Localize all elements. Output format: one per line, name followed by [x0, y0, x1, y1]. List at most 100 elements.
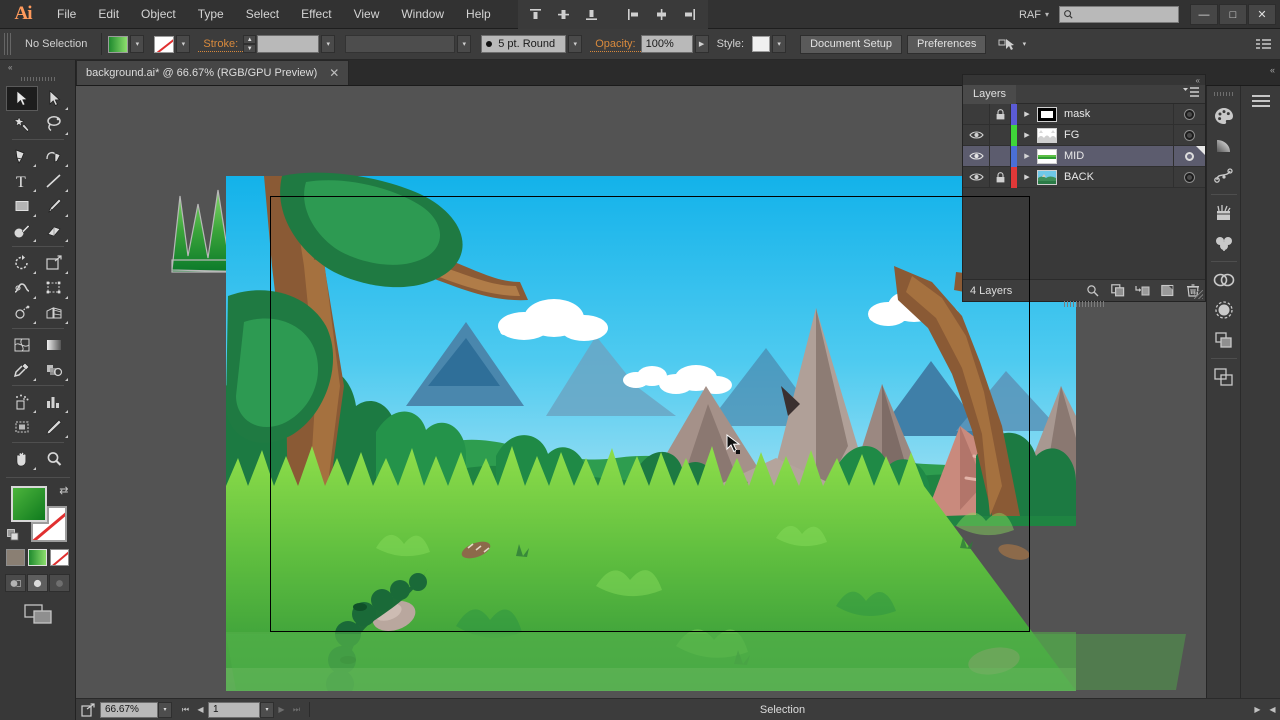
hamburger-menu-icon[interactable] [1241, 86, 1280, 116]
target-indicator-mask[interactable] [1173, 103, 1205, 125]
stroke-weight-field[interactable] [257, 35, 320, 53]
cc-libraries-panel-icon[interactable] [1207, 265, 1241, 295]
make-clipping-mask-icon[interactable] [1105, 284, 1130, 297]
layers-panel-collapse-icon[interactable]: « [1196, 76, 1201, 85]
gradient-panel-icon[interactable] [1207, 131, 1241, 161]
lock-toggle-fg[interactable] [989, 124, 1011, 146]
align-top-icon[interactable] [522, 0, 550, 29]
menu-object[interactable]: Object [130, 0, 187, 29]
layer-name-mid[interactable]: MID [1064, 150, 1173, 162]
selection-tool[interactable] [6, 86, 38, 111]
type-tool[interactable]: T [6, 168, 38, 193]
opacity-label[interactable]: Opacity: [590, 37, 641, 52]
expand-arrow-back[interactable]: ▶ [1017, 173, 1037, 181]
preferences-button[interactable]: Preferences [907, 34, 987, 54]
symbols-panel-icon[interactable] [1207, 228, 1241, 258]
opacity-caret-icon[interactable]: ▶ [694, 35, 709, 53]
minimize-button[interactable]: — [1190, 4, 1218, 25]
visibility-toggle-fg[interactable] [963, 130, 989, 140]
status-menu-arrow-icon[interactable]: ▶ [1250, 705, 1265, 714]
target-indicator-back[interactable] [1173, 166, 1205, 188]
gradient-swatch[interactable] [28, 549, 47, 566]
visibility-toggle-back[interactable] [963, 172, 989, 182]
fill-swatch[interactable] [10, 486, 47, 522]
eyedropper-tool[interactable] [6, 357, 38, 382]
toolbar-grip[interactable] [20, 74, 55, 83]
artboard-tool[interactable] [6, 414, 38, 439]
next-artboard-button[interactable]: ▶ [274, 705, 289, 714]
color-swatch[interactable] [6, 549, 25, 566]
document-tab[interactable]: background.ai* @ 66.67% (RGB/GPU Preview… [76, 60, 350, 85]
stroke-color-swatch[interactable] [154, 35, 175, 53]
default-fill-stroke-icon[interactable] [6, 529, 20, 542]
menu-edit[interactable]: Edit [87, 0, 130, 29]
stroke-weight-caret-icon[interactable]: ▾ [321, 35, 336, 53]
layer-name-back[interactable]: BACK [1064, 171, 1173, 183]
graphic-style-swatch[interactable] [752, 36, 771, 52]
color-panel-icon[interactable] [1207, 101, 1241, 131]
status-scroll-left-icon[interactable]: ◀ [1265, 705, 1280, 714]
rectangle-tool[interactable] [6, 193, 38, 218]
align-horizontal-center-icon[interactable] [648, 0, 676, 29]
last-artboard-button[interactable]: ⏭ [289, 705, 304, 715]
menu-select[interactable]: Select [235, 0, 290, 29]
workspace-switcher[interactable]: RAF [1015, 9, 1045, 21]
create-new-sublayer-icon[interactable] [1130, 284, 1155, 297]
first-artboard-button[interactable]: ⏮ [178, 705, 193, 715]
appearance-panel-icon[interactable] [1207, 295, 1241, 325]
menu-window[interactable]: Window [390, 0, 455, 29]
artboard-number-field[interactable]: 1 [208, 701, 260, 718]
brush-caret-icon[interactable]: ▾ [568, 35, 583, 53]
lasso-tool[interactable] [38, 111, 70, 136]
fill-color-swatch[interactable] [108, 35, 129, 53]
expand-arrow-mid[interactable]: ▶ [1017, 152, 1037, 160]
menu-type[interactable]: Type [187, 0, 235, 29]
artboard-caret-icon[interactable]: ▾ [260, 701, 274, 718]
menu-view[interactable]: View [343, 0, 391, 29]
menu-file[interactable]: File [46, 0, 87, 29]
stroke-profile-caret-icon[interactable]: ▾ [457, 35, 472, 53]
pen-tool[interactable] [6, 143, 38, 168]
lock-toggle-back[interactable] [989, 166, 1011, 188]
stroke-dropdown-caret-icon[interactable]: ▾ [176, 35, 191, 53]
gradient-tool[interactable] [38, 332, 70, 357]
dock-collapse-icon[interactable]: « [1270, 65, 1275, 75]
align-right-icon[interactable] [676, 0, 704, 29]
locate-object-icon[interactable] [1080, 284, 1105, 297]
select-similar-icon[interactable] [998, 37, 1015, 52]
hand-tool[interactable] [6, 446, 38, 471]
panel-bottom-handle[interactable] [1064, 301, 1104, 307]
document-setup-button[interactable]: Document Setup [800, 34, 903, 54]
none-swatch[interactable] [50, 549, 69, 566]
menu-help[interactable]: Help [455, 0, 502, 29]
direct-selection-tool[interactable] [38, 86, 70, 111]
maximize-button[interactable]: □ [1219, 4, 1247, 25]
paintbrush-tool[interactable] [38, 193, 70, 218]
shape-builder-tool[interactable] [6, 300, 38, 325]
panel-resize-grip[interactable] [1194, 290, 1203, 299]
draw-behind-mode[interactable] [27, 574, 48, 592]
visibility-toggle-mid[interactable] [963, 151, 989, 161]
swap-fill-stroke-icon[interactable]: ⇄ [59, 484, 68, 497]
layer-row-mid[interactable]: ▶ MID [963, 145, 1205, 167]
align-vertical-center-icon[interactable] [550, 0, 578, 29]
stroke-weight-stepper[interactable]: ▲ ▼ [243, 35, 257, 53]
layers-panel-dragbar[interactable]: « [963, 75, 1205, 85]
right-dock-grip[interactable] [1213, 89, 1234, 99]
control-bar-panel-menu[interactable] [1256, 38, 1272, 50]
layer-name-fg[interactable]: FG [1064, 129, 1173, 141]
search-input[interactable] [1059, 6, 1179, 23]
layers-panel-menu-icon[interactable] [1183, 87, 1199, 101]
menu-effect[interactable]: Effect [290, 0, 342, 29]
curvature-tool[interactable] [38, 143, 70, 168]
layer-row-fg[interactable]: ▶ FG [963, 124, 1205, 146]
magic-wand-tool[interactable] [6, 111, 38, 136]
control-bar-grip[interactable] [4, 33, 13, 55]
tab-layers[interactable]: Layers [963, 84, 1017, 104]
column-graph-tool[interactable] [38, 389, 70, 414]
perspective-grid-tool[interactable] [38, 300, 70, 325]
expand-arrow-mask[interactable]: ▶ [1017, 110, 1037, 118]
export-selection-icon[interactable] [76, 702, 100, 717]
previous-artboard-button[interactable]: ◀ [193, 705, 208, 714]
draw-normal-mode[interactable] [5, 574, 26, 592]
